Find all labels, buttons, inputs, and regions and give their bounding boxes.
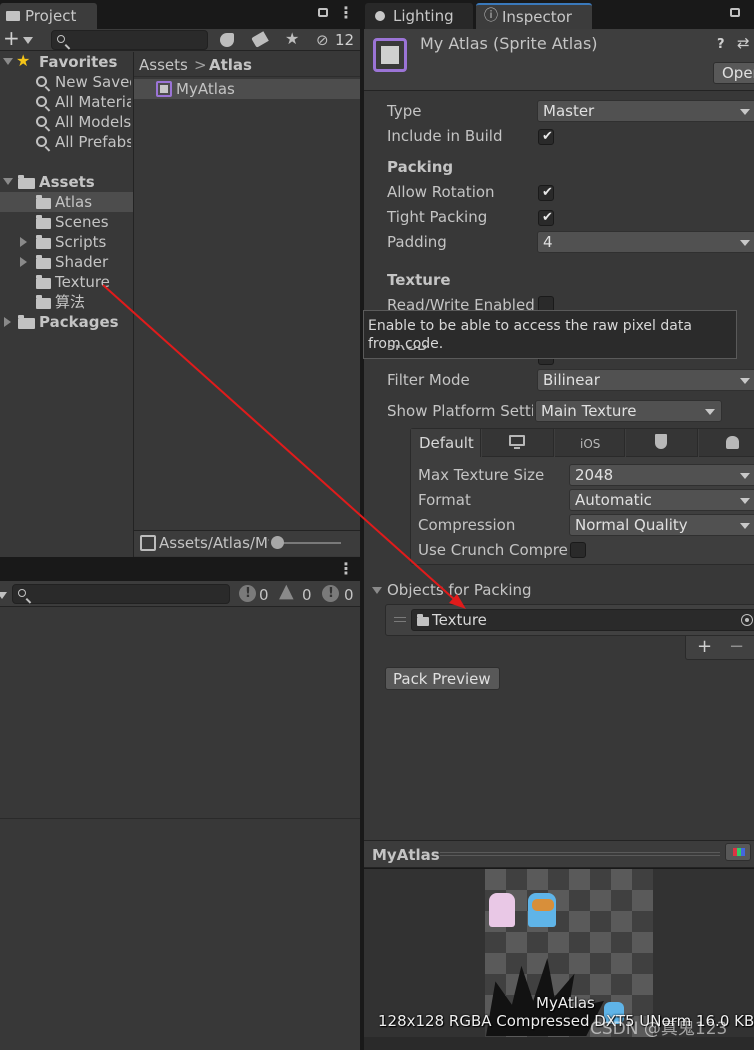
arrow-line: [102, 284, 456, 601]
red-annotation-arrow: [102, 284, 466, 609]
